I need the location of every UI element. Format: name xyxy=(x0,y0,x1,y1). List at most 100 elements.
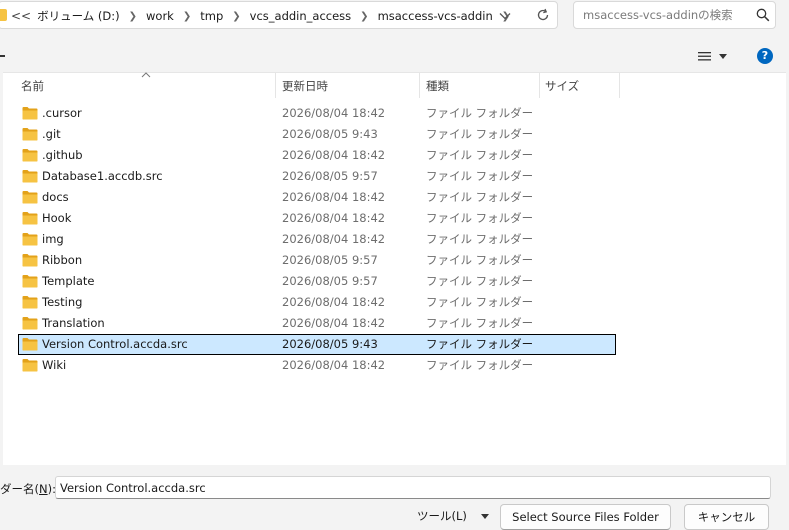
folder-icon xyxy=(22,317,38,330)
breadcrumb-item-drive[interactable]: ボリューム (D:) xyxy=(37,8,120,24)
column-header-size[interactable]: サイズ xyxy=(545,73,619,98)
select-source-files-folder-button[interactable]: Select Source Files Folder xyxy=(500,504,671,530)
file-name: docs xyxy=(42,190,69,204)
folder-icon xyxy=(22,296,38,309)
column-header-date[interactable]: 更新日時 xyxy=(282,73,419,98)
folder-icon xyxy=(22,254,38,267)
column-header-size-label: サイズ xyxy=(545,78,580,93)
file-name: Template xyxy=(42,274,95,288)
search-input[interactable] xyxy=(574,2,749,28)
breadcrumb-item-msaccess-vcs-addin[interactable]: msaccess-vcs-addin xyxy=(378,9,493,23)
folder-name-label: ダー名(N): xyxy=(0,481,56,497)
column-divider[interactable] xyxy=(275,73,276,98)
list-item[interactable]: img 2026/08/04 18:42 ファイル フォルダー xyxy=(18,229,616,250)
file-modified-date: 2026/08/04 18:42 xyxy=(282,295,386,309)
file-type: ファイル フォルダー xyxy=(426,232,534,246)
dialog-footer: ダー名(N): ツール(L) Select Source Files Folde… xyxy=(0,465,789,530)
file-type: ファイル フォルダー xyxy=(426,106,534,120)
chevron-right-icon[interactable]: ❯ xyxy=(223,11,249,22)
file-type: ファイル フォルダー xyxy=(426,148,534,162)
address-folder-icon xyxy=(0,9,7,21)
organize-menu-edge[interactable] xyxy=(0,55,5,57)
file-modified-date: 2026/08/04 18:42 xyxy=(282,232,386,246)
column-divider[interactable] xyxy=(419,73,420,98)
file-name: Wiki xyxy=(42,358,67,372)
file-name: Translation xyxy=(42,316,105,330)
file-modified-date: 2026/08/05 9:57 xyxy=(282,274,378,288)
folder-icon xyxy=(22,275,38,288)
folder-icon xyxy=(22,128,38,141)
folder-icon xyxy=(22,107,38,120)
file-name: .github xyxy=(42,148,83,162)
column-header-name[interactable]: 名前 xyxy=(21,73,275,98)
file-modified-date: 2026/08/04 18:42 xyxy=(282,106,386,120)
list-item[interactable]: Version Control.accda.src 2026/08/05 9:43… xyxy=(18,334,616,355)
file-name: Testing xyxy=(42,295,83,309)
command-bar: ? xyxy=(0,40,789,72)
folder-name-label-prefix: ダー名( xyxy=(0,482,39,496)
file-type: ファイル フォルダー xyxy=(426,274,534,288)
column-header-type[interactable]: 種類 xyxy=(426,73,539,98)
list-item[interactable]: Wiki 2026/08/04 18:42 ファイル フォルダー xyxy=(18,355,616,376)
breadcrumb-item-vcs-addin-access[interactable]: vcs_addin_access xyxy=(250,9,352,23)
list-item[interactable]: .cursor 2026/08/04 18:42 ファイル フォルダー xyxy=(18,103,616,124)
file-type: ファイル フォルダー xyxy=(426,295,534,309)
folder-icon xyxy=(22,212,38,225)
help-icon[interactable]: ? xyxy=(757,48,773,64)
list-item[interactable]: docs 2026/08/04 18:42 ファイル フォルダー xyxy=(18,187,616,208)
column-header-name-label: 名前 xyxy=(21,78,44,93)
file-type: ファイル フォルダー xyxy=(426,169,534,183)
folder-name-input[interactable] xyxy=(55,476,771,499)
search-button[interactable] xyxy=(751,2,775,28)
folder-icon xyxy=(22,191,38,204)
file-type: ファイル フォルダー xyxy=(426,358,534,372)
file-name: img xyxy=(42,232,64,246)
chevron-right-icon[interactable]: ❯ xyxy=(120,11,146,22)
file-modified-date: 2026/08/04 18:42 xyxy=(282,148,386,162)
list-item[interactable]: Database1.accdb.src 2026/08/05 9:57 ファイル フ… xyxy=(18,166,616,187)
view-list-icon xyxy=(697,51,711,60)
refresh-icon xyxy=(537,8,549,21)
folder-icon xyxy=(22,170,38,183)
chevron-right-icon[interactable]: ❯ xyxy=(174,11,200,22)
file-type: ファイル フォルダー xyxy=(426,127,534,141)
tools-menu-label: ツール(L) xyxy=(417,509,467,523)
refresh-button[interactable] xyxy=(527,1,559,29)
file-type: ファイル フォルダー xyxy=(426,316,534,330)
file-modified-date: 2026/08/05 9:57 xyxy=(282,169,378,183)
column-header-type-label: 種類 xyxy=(426,78,449,93)
search-box xyxy=(573,1,776,29)
list-item[interactable]: Hook 2026/08/04 18:42 ファイル フォルダー xyxy=(18,208,616,229)
list-item[interactable]: Ribbon 2026/08/05 9:57 ファイル フォルダー xyxy=(18,250,616,271)
file-type: ファイル フォルダー xyxy=(426,190,534,204)
file-modified-date: 2026/08/04 18:42 xyxy=(282,358,386,372)
folder-icon xyxy=(22,233,38,246)
list-item[interactable]: Translation 2026/08/04 18:42 ファイル フォルダー xyxy=(18,313,616,334)
chevron-right-icon[interactable]: ❯ xyxy=(351,11,377,22)
list-item[interactable]: Template 2026/08/05 9:57 ファイル フォルダー xyxy=(18,271,616,292)
column-divider[interactable] xyxy=(539,73,540,98)
list-item[interactable]: .github 2026/08/04 18:42 ファイル フォルダー xyxy=(18,145,616,166)
breadcrumb-item-tmp[interactable]: tmp xyxy=(200,9,223,23)
file-modified-date: 2026/08/05 9:43 xyxy=(282,337,378,351)
breadcrumb-overflow[interactable]: << xyxy=(11,9,37,23)
cancel-button[interactable]: キャンセル xyxy=(684,504,769,530)
file-name: Database1.accdb.src xyxy=(42,169,163,183)
tools-menu-button[interactable]: ツール(L) xyxy=(410,504,490,528)
caret-down-icon xyxy=(718,53,727,59)
view-options-button[interactable] xyxy=(690,46,734,66)
address-history-button[interactable] xyxy=(491,2,519,30)
list-item[interactable]: Testing 2026/08/04 18:42 ファイル フォルダー xyxy=(18,292,616,313)
file-name: Ribbon xyxy=(42,253,83,267)
breadcrumb-item-work[interactable]: work xyxy=(146,9,174,23)
folder-name-label-key: N xyxy=(39,482,48,496)
file-modified-date: 2026/08/05 9:43 xyxy=(282,127,378,141)
file-type: ファイル フォルダー xyxy=(426,337,534,351)
file-list: 名前 更新日時 種類 サイズ .cursor 2026/08/04 18:42 ファ… xyxy=(3,72,789,465)
list-item[interactable]: .git 2026/08/05 9:43 ファイル フォルダー xyxy=(18,124,616,145)
address-bar[interactable]: << ボリューム (D:) ❯ work ❯ tmp ❯ vcs_addin_a… xyxy=(0,1,558,29)
file-name: Hook xyxy=(42,211,72,225)
file-type: ファイル フォルダー xyxy=(426,253,534,267)
column-divider[interactable] xyxy=(619,73,620,98)
folder-icon xyxy=(22,359,38,372)
